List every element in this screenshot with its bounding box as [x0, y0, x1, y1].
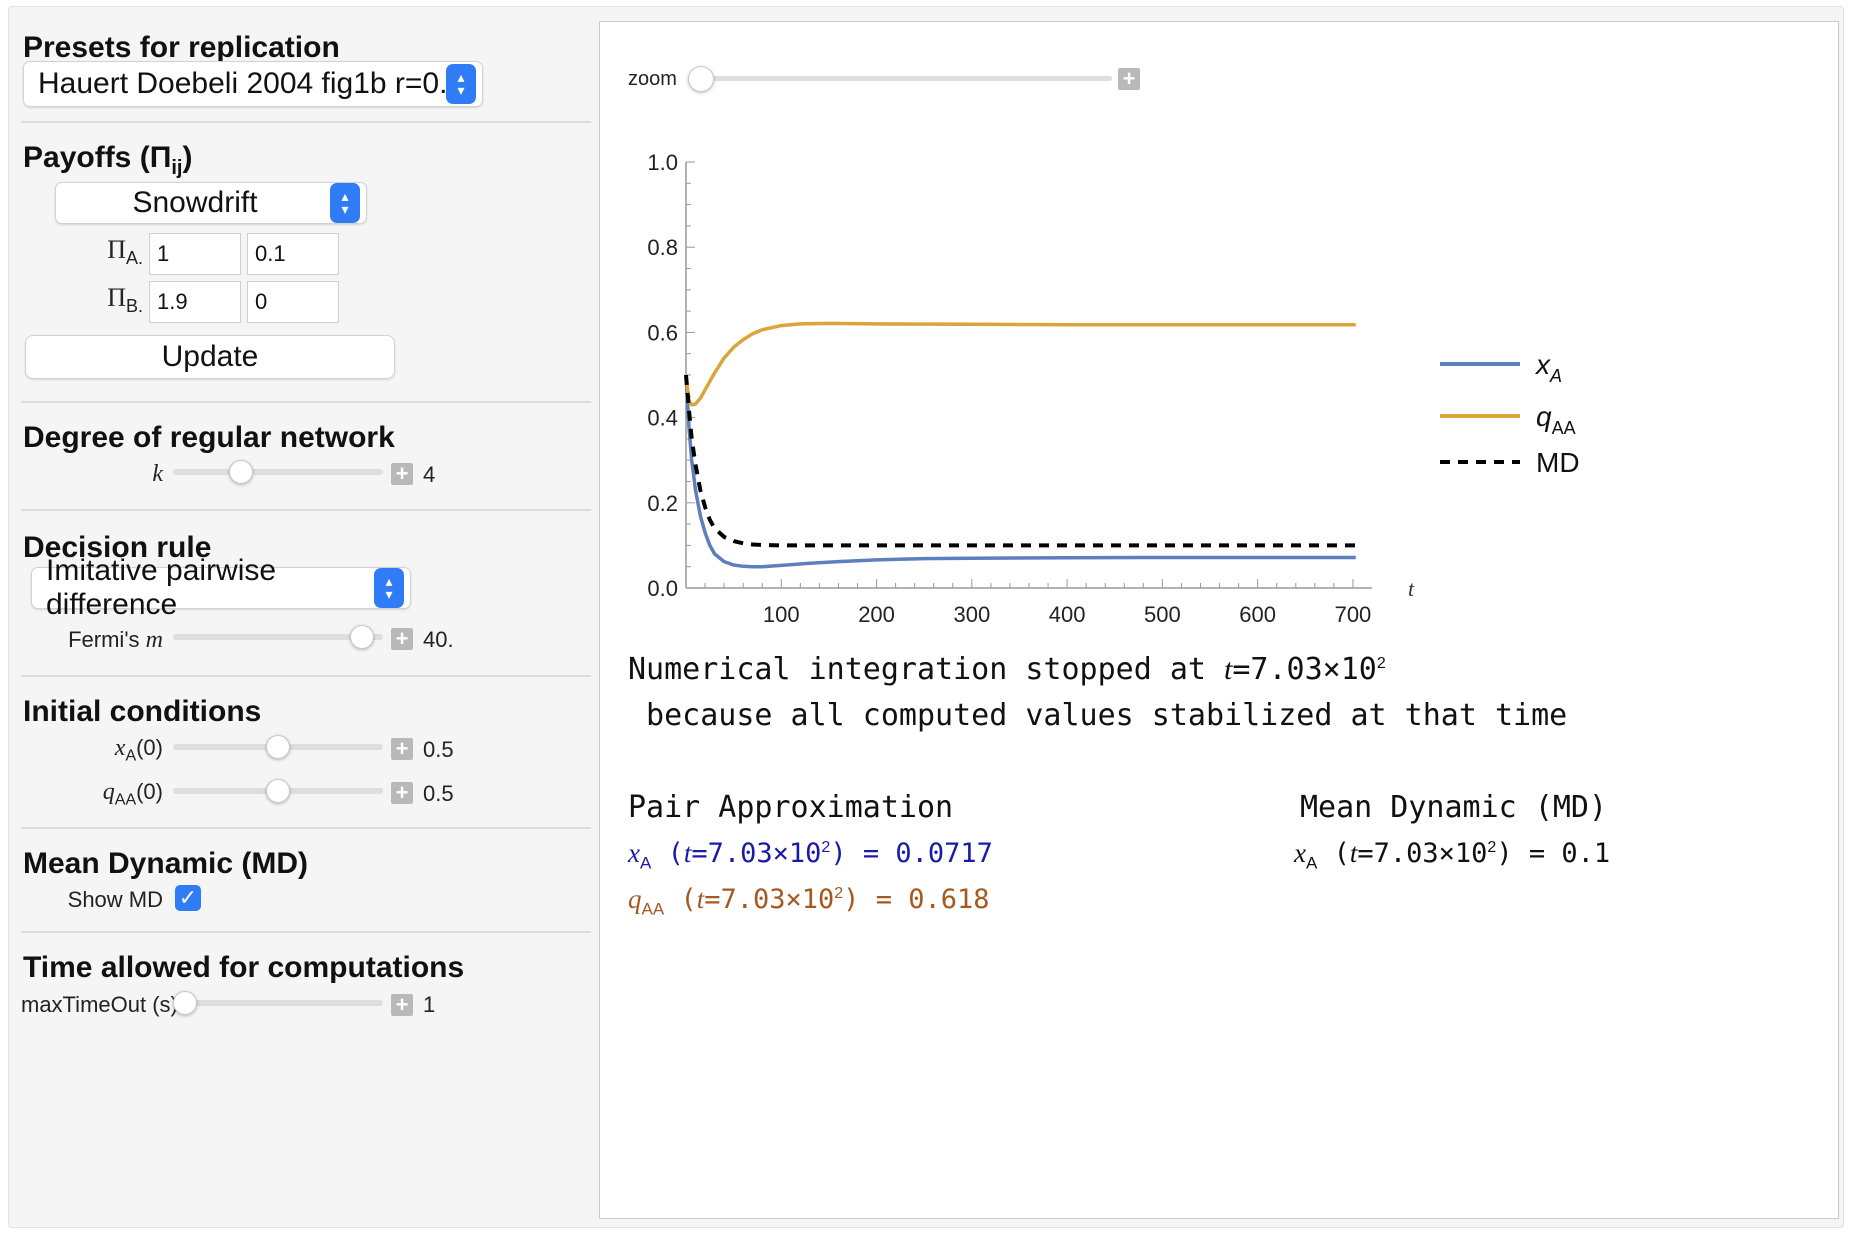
legend-label-2: MD — [1536, 447, 1580, 478]
md-heading: Mean Dynamic (MD) — [23, 847, 309, 880]
k-label: k — [152, 461, 163, 487]
pa-xa-result: xA (t=7.03×102) = 0.0717 — [628, 838, 993, 873]
zoom-slider-thumb[interactable] — [688, 66, 714, 92]
divider — [21, 675, 591, 677]
fermi-m-label: Fermi's m — [68, 627, 163, 653]
payoffs-heading: Payoffs (Πij) — [23, 141, 193, 179]
max-timeout-label: maxTimeOut (s) — [21, 992, 178, 1017]
x-tick-label: 300 — [953, 602, 990, 627]
x-tick-label: 200 — [858, 602, 895, 627]
pa-qaa-result: qAA (t=7.03×102) = 0.618 — [628, 884, 990, 919]
y-tick-label: 0.8 — [647, 235, 678, 260]
show-md-checkbox[interactable]: ✓ — [175, 885, 201, 911]
qaa0-slider-thumb[interactable] — [266, 779, 290, 803]
xa0-label: xA(0) — [114, 735, 163, 765]
divider — [21, 931, 591, 933]
control-panel: Presets for replication Hauert Doebeli 2… — [9, 7, 591, 1229]
qaa0-label: qAA(0) — [102, 779, 163, 809]
initial-heading: Initial conditions — [23, 695, 262, 728]
series-line-2 — [684, 374, 1356, 548]
divider — [21, 509, 591, 511]
k-slider-track[interactable] — [173, 469, 383, 475]
select-stepper-icon: ▴ ▾ — [446, 64, 476, 104]
payoff-ba-field[interactable]: 1.9 — [149, 281, 241, 323]
k-expand-icon[interactable]: + — [391, 463, 413, 485]
max-timeout-value: 1 — [423, 992, 436, 1017]
fermi-m-slider-thumb[interactable] — [349, 625, 374, 649]
output-panel: zoom + 0.0 0.2 0.4 0.6 0.8 1.0 100 200 300 400 500… — [599, 21, 1839, 1219]
divider — [21, 121, 591, 123]
x-tick-label: 400 — [1049, 602, 1086, 627]
x-axis-label: t — [1408, 576, 1415, 601]
status-message-line1: Numerical integration stopped at t=7.03×… — [628, 652, 1386, 687]
max-timeout-expand-icon[interactable]: + — [391, 994, 413, 1016]
x-tick-label: 500 — [1144, 602, 1181, 627]
x-tick-label: 600 — [1239, 602, 1276, 627]
payoff-aa-field[interactable]: 1 — [149, 233, 241, 275]
fermi-m-expand-icon[interactable]: + — [391, 628, 413, 650]
pair-approximation-heading: Pair Approximation — [628, 790, 954, 825]
y-tick-label: 1.0 — [647, 150, 678, 175]
fermi-m-value: 40. — [423, 627, 454, 652]
show-md-label: Show MD — [67, 887, 163, 912]
series-line-0 — [684, 374, 1356, 569]
time-heading: Time allowed for computations — [23, 951, 465, 984]
qaa0-value: 0.5 — [423, 781, 454, 806]
max-timeout-slider-track[interactable] — [173, 1000, 383, 1006]
presets-select[interactable]: Hauert Doebeli 2004 fig1b r=0.9 ▴ ▾ — [23, 61, 483, 107]
payoff-row-a-label: ΠA. — [107, 235, 143, 269]
zoom-label: zoom — [628, 68, 677, 90]
x-tick-label: 700 — [1335, 602, 1372, 627]
presets-heading: Presets for replication — [23, 31, 340, 64]
x-tick-label: 100 — [763, 602, 800, 627]
payoff-ab-field[interactable]: 0.1 — [247, 233, 339, 275]
divider — [21, 827, 591, 829]
decision-rule-select[interactable]: Imitative pairwise difference ▴ ▾ — [31, 554, 411, 621]
divider — [21, 401, 591, 403]
y-tick-label: 0.2 — [647, 491, 678, 516]
y-tick-label: 0.0 — [647, 576, 678, 601]
select-stepper-icon: ▴ ▾ — [330, 183, 360, 223]
legend-label-0: xA — [1534, 349, 1562, 386]
status-message-line2: because all computed values stabilized a… — [628, 698, 1568, 733]
update-button[interactable]: Update — [25, 335, 395, 379]
xa0-slider-thumb[interactable] — [266, 735, 290, 759]
xa0-value: 0.5 — [423, 737, 454, 762]
legend-label-1: qAA — [1536, 401, 1576, 438]
time-series-chart: 0.0 0.2 0.4 0.6 0.8 1.0 100 200 300 400 500 600 700 t… — [647, 150, 1580, 627]
mean-dynamic-heading: Mean Dynamic (MD) — [1300, 790, 1608, 825]
k-slider-thumb[interactable] — [228, 460, 253, 484]
max-timeout-slider-thumb[interactable] — [173, 991, 197, 1015]
qaa0-expand-icon[interactable]: + — [391, 782, 413, 804]
payoff-row-b-label: ΠB. — [107, 283, 143, 317]
app-window: Presets for replication Hauert Doebeli 2… — [8, 6, 1844, 1228]
series-line-1 — [684, 321, 1356, 407]
presets-selected-value: Hauert Doebeli 2004 fig1b r=0.9 — [38, 67, 465, 100]
game-type-value: Snowdrift — [132, 186, 258, 219]
decision-rule-value: Imitative pairwise difference — [46, 554, 277, 621]
network-heading: Degree of regular network — [23, 421, 395, 454]
game-type-select[interactable]: Snowdrift ▴ ▾ — [55, 182, 367, 224]
y-tick-label: 0.4 — [647, 406, 678, 431]
select-stepper-icon: ▴ ▾ — [374, 568, 404, 608]
zoom-expand-icon[interactable]: + — [1118, 68, 1140, 90]
md-xa-result: xA (t=7.03×102) = 0.1 — [1294, 838, 1611, 873]
zoom-slider-track[interactable] — [702, 76, 1112, 81]
xa0-expand-icon[interactable]: + — [391, 738, 413, 760]
k-value: 4 — [423, 462, 436, 487]
y-tick-label: 0.6 — [647, 320, 678, 345]
payoff-bb-field[interactable]: 0 — [247, 281, 339, 323]
